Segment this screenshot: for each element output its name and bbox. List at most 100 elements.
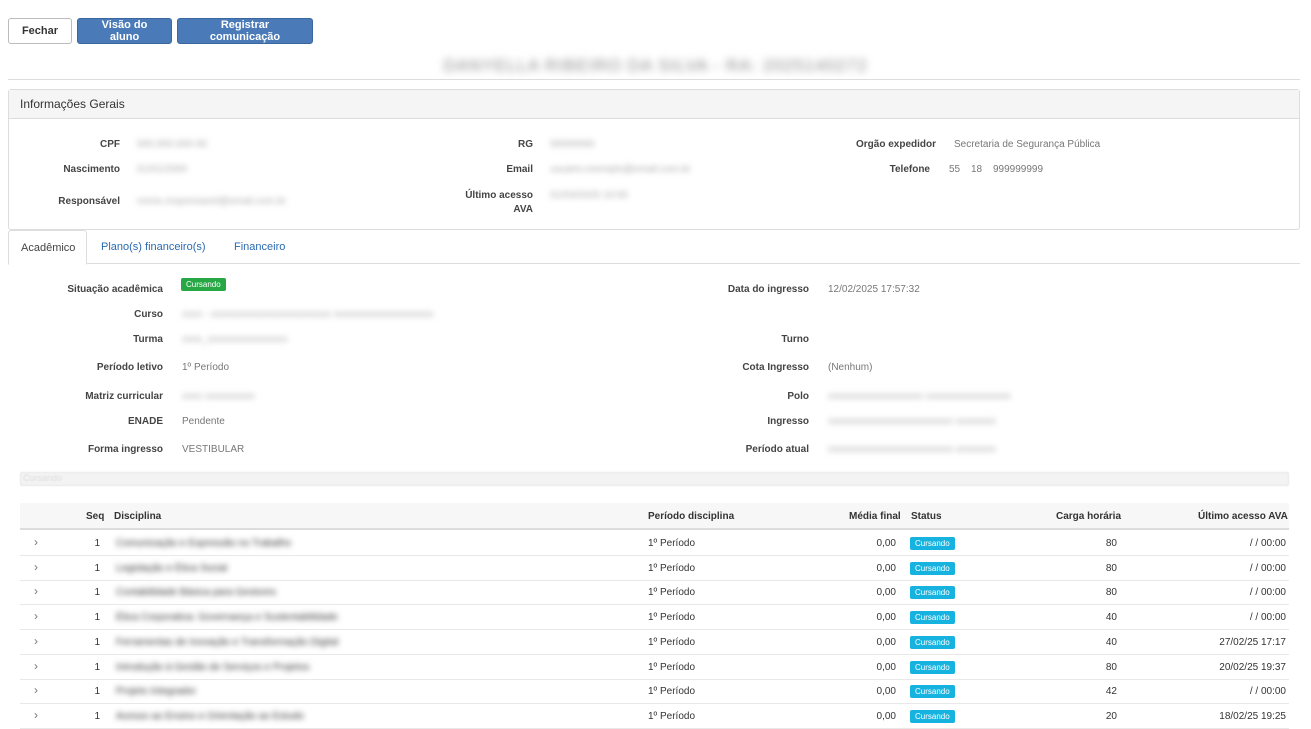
ultimo-acesso-label-line2: AVA xyxy=(513,204,533,215)
ingresso-label: Ingresso xyxy=(767,416,809,427)
cell-carga: 80 xyxy=(1105,538,1117,549)
table-row[interactable]: › 1 Legislação e Ética Social 1º Período 0,0… xyxy=(20,556,1289,581)
table-row[interactable]: › 1 Ética Corporativa: Governança e Susten… xyxy=(20,605,1289,631)
cell-ultimo-acesso: / / 00:00 xyxy=(1249,612,1286,624)
forma-ingresso-label: Forma ingresso xyxy=(87,444,163,455)
situacao-label: Situação acadêmica xyxy=(67,284,163,295)
chevron-right-icon[interactable]: › xyxy=(34,659,38,673)
student-name-title: DANYELLA RIBEIRO DA SILVA - RA: 20251402… xyxy=(443,56,868,75)
th-carga[interactable]: Carga horária xyxy=(1056,511,1121,522)
th-status[interactable]: Status xyxy=(911,511,942,522)
turno-label: Turno xyxy=(781,334,809,345)
cell-periodo: 1º Período xyxy=(648,562,696,574)
situacao-badge: Cursando xyxy=(181,278,226,291)
cell-periodo: 1º Período xyxy=(648,587,696,599)
table-row[interactable]: › 1 Comunicação e Expressão no Trabalho 1º … xyxy=(20,531,1289,556)
responsavel-label: Responsável xyxy=(58,196,120,207)
cell-ultimo-acesso: 18/02/25 19:25 xyxy=(1219,710,1286,722)
status-badge: Cursando xyxy=(910,611,955,625)
chevron-right-icon[interactable]: › xyxy=(34,609,38,623)
close-button[interactable]: Fechar xyxy=(8,18,72,44)
cell-disciplina: Legislação e Ética Social xyxy=(116,562,228,574)
table-row[interactable]: › 1 Contabilidade Básica para Gestores 1º P… xyxy=(20,580,1289,606)
cell-ultimo-acesso: / / 00:00 xyxy=(1249,562,1286,574)
cell-periodo: 1º Período xyxy=(648,538,696,549)
chevron-right-icon[interactable]: › xyxy=(34,584,38,598)
ultimo-acesso-label: Último acesso AVA xyxy=(439,190,533,215)
cell-ultimo-acesso: / / 00:00 xyxy=(1249,686,1286,698)
table-row[interactable]: › 1 Introdução à Gestão de Serviços e Proj… xyxy=(20,655,1289,680)
tab-bar: Acadêmico Plano(s) financeiro(s) Finance… xyxy=(8,230,1300,265)
status-badge: Cursando xyxy=(910,685,955,699)
cell-ultimo-acesso: 27/02/25 17:17 xyxy=(1219,636,1286,648)
cell-disciplina: Contabilidade Básica para Gestores xyxy=(116,587,277,599)
student-view-button[interactable]: Visão do aluno xyxy=(77,18,172,44)
cell-seq: 1 xyxy=(94,661,100,673)
data-ingresso-value: 12/02/2025 17:57:32 xyxy=(828,284,920,295)
cell-disciplina: Ética Corporativa: Governança e Sustenta… xyxy=(116,612,338,624)
ingresso-value: xxxxxxxxxxxxxxxxxxxxxxxxx xxxxxxxx xyxy=(828,416,996,427)
periodo-atual-value: xxxxxxxxxxxxxxxxxxxxxxxxx xxxxxxxx xyxy=(828,444,996,455)
cota-label: Cota Ingresso xyxy=(742,362,809,373)
chevron-right-icon[interactable]: › xyxy=(34,708,38,722)
section-subheader: Cursando xyxy=(20,472,1289,486)
register-communication-button[interactable]: Registrar comunicação xyxy=(177,18,313,44)
th-ultimo[interactable]: Último acesso AVA xyxy=(1198,511,1288,522)
rg-value: 00000000 xyxy=(550,139,595,150)
cpf-label: CPF xyxy=(100,139,120,150)
cell-periodo: 1º Período xyxy=(648,612,696,624)
curso-value: xxxx - xxxxxxxxxxxxxxxxxxxxxxxx xxxxxxxx… xyxy=(182,309,434,320)
polo-label: Polo xyxy=(787,391,809,402)
cell-media: 0,00 xyxy=(876,710,896,722)
rg-label: RG xyxy=(518,139,533,150)
divider xyxy=(8,79,1300,80)
enade-label: ENADE xyxy=(127,416,163,427)
status-badge: Cursando xyxy=(910,561,955,575)
th-disciplina[interactable]: Disciplina xyxy=(114,511,161,522)
cell-ultimo-acesso: / / 00:00 xyxy=(1249,538,1286,549)
data-ingresso-label: Data do ingresso xyxy=(727,284,809,295)
cell-seq: 1 xyxy=(94,636,100,648)
telefone-number: 999999999 xyxy=(993,164,1044,175)
periodo-letivo-label: Período letivo xyxy=(96,362,163,373)
th-media[interactable]: Média final xyxy=(849,511,901,522)
email-value: usuario.exemplo@email.com.br xyxy=(550,164,691,175)
matriz-label: Matriz curricular xyxy=(85,391,163,402)
cell-periodo: 1º Período xyxy=(648,661,696,673)
cell-media: 0,00 xyxy=(876,686,896,698)
table-row[interactable]: › 1 Projeto Integrador 1º Período 0,00 Cursan… xyxy=(20,679,1289,705)
table-row[interactable]: › 1 Ferramentas de Inovação e Transformaçã… xyxy=(20,630,1289,655)
chevron-right-icon[interactable]: › xyxy=(34,683,38,697)
cell-seq: 1 xyxy=(94,538,100,549)
th-seq[interactable]: Seq xyxy=(86,511,104,522)
status-badge: Cursando xyxy=(910,635,955,649)
matriz-value: xxxx xxxxxxxxxx xyxy=(182,391,255,402)
cell-disciplina: Introdução à Gestão de Serviços e Projet… xyxy=(116,661,310,673)
chevron-right-icon[interactable]: › xyxy=(34,560,38,574)
table-row[interactable]: › 1 Acesso ao Ensino e Orientação ao Estud… xyxy=(20,704,1289,729)
cell-media: 0,00 xyxy=(876,636,896,648)
cell-media: 0,00 xyxy=(876,661,896,673)
cell-carga: 80 xyxy=(1105,562,1117,574)
th-periodo[interactable]: Período disciplina xyxy=(648,511,734,522)
general-info-panel: Informações Gerais CPF 000.000.000-00 RG… xyxy=(8,89,1300,230)
cell-seq: 1 xyxy=(94,710,100,722)
cell-carga: 40 xyxy=(1105,612,1117,624)
tab-financeiro[interactable]: Financeiro xyxy=(222,230,297,264)
cell-seq: 1 xyxy=(94,612,100,624)
cell-media: 0,00 xyxy=(876,587,896,599)
cell-disciplina: Ferramentas de Inovação e Transformação … xyxy=(116,636,339,648)
polo-value: xxxxxxxxxxxxxxxxxxx xxxxxxxxxxxxxxxxx xyxy=(828,391,1011,402)
periodo-atual-label: Período atual xyxy=(745,444,809,455)
cell-seq: 1 xyxy=(94,587,100,599)
chevron-right-icon[interactable]: › xyxy=(34,634,38,648)
table-header: Seq Disciplina Período disciplina Média … xyxy=(20,503,1289,530)
cell-seq: 1 xyxy=(94,686,100,698)
tab-planos-financeiros[interactable]: Plano(s) financeiro(s) xyxy=(89,230,218,264)
cell-periodo: 1º Período xyxy=(648,710,696,722)
tab-academico[interactable]: Acadêmico xyxy=(8,230,87,265)
orgao-label: Orgão expedidor xyxy=(855,139,936,150)
responsavel-value: nome.responsavel@email.com.br xyxy=(137,196,287,207)
chevron-right-icon[interactable]: › xyxy=(34,535,38,549)
cota-value: (Nenhum) xyxy=(828,362,873,373)
